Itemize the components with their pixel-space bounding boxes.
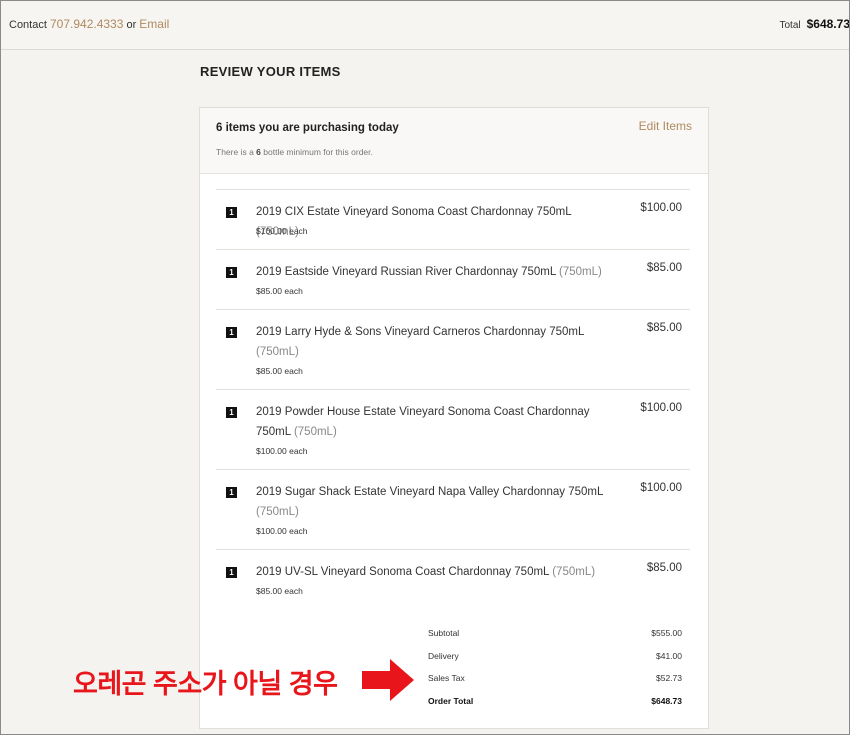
item-unit-price: $85.00 each — [256, 586, 303, 596]
header-total-value: $648.73 — [806, 17, 850, 31]
phone-link[interactable]: 707.942.4333 — [50, 17, 123, 31]
order-review-card: 6 items you are purchasing today Edit It… — [199, 107, 709, 729]
quantity-badge: 1 — [226, 407, 237, 418]
email-link[interactable]: Email — [139, 17, 169, 31]
card-header: 6 items you are purchasing today Edit It… — [200, 108, 708, 174]
item-price: $100.00 — [640, 202, 682, 214]
subtotal-row: Subtotal $555.00 — [428, 628, 682, 651]
order-total-label: Order Total — [428, 695, 474, 706]
delivery-row: Delivery $41.00 — [428, 651, 682, 674]
order-total-row: Order Total $648.73 — [428, 696, 682, 719]
subtotal-label: Subtotal — [428, 628, 460, 638]
list-item: 1 2019 Eastside Vineyard Russian River C… — [216, 250, 690, 310]
delivery-label: Delivery — [428, 650, 459, 661]
or-label: or — [126, 19, 137, 31]
item-price: $85.00 — [646, 322, 682, 334]
header-total-label: Total — [779, 20, 801, 31]
subtotal-value: $555.00 — [651, 628, 682, 638]
item-name: 2019 Eastside Vineyard Russian River Cha… — [256, 266, 602, 278]
list-item: 1 2019 CIX Estate Vineyard Sonoma Coast … — [216, 190, 690, 250]
annotation-text: 오레곤 주소가 아닐 경우 — [73, 669, 338, 699]
quantity-badge: 1 — [226, 567, 237, 578]
top-bar: Contact 707.942.4333 or Email Total $648.… — [0, 0, 850, 50]
minimum-notice: There is a 6 bottle minimum for this ord… — [216, 147, 373, 157]
order-total-value: $648.73 — [651, 695, 682, 706]
sales-tax-row: Sales Tax $52.73 — [428, 673, 682, 696]
item-unit-price: $85.00 each — [256, 366, 303, 376]
items-count-title: 6 items you are purchasing today — [216, 122, 399, 134]
item-name: 2019 CIX Estate Vineyard Sonoma Coast Ch… — [256, 206, 572, 238]
minimum-count: 6 — [256, 147, 261, 157]
sales-tax-value: $52.73 — [656, 673, 682, 683]
item-price: $100.00 — [640, 482, 682, 494]
list-item: 1 2019 Larry Hyde & Sons Vineyard Carner… — [216, 310, 690, 390]
list-item: 1 2019 Sugar Shack Estate Vineyard Napa … — [216, 470, 690, 550]
item-list: 1 2019 CIX Estate Vineyard Sonoma Coast … — [216, 189, 690, 610]
list-item: 1 2019 Powder House Estate Vineyard Sono… — [216, 390, 690, 470]
item-price: $85.00 — [646, 262, 682, 274]
item-name: 2019 Larry Hyde & Sons Vineyard Carneros… — [256, 326, 584, 358]
quantity-badge: 1 — [226, 207, 237, 218]
red-arrow-icon — [362, 659, 414, 701]
delivery-value: $41.00 — [656, 650, 682, 661]
quantity-badge: 1 — [226, 267, 237, 278]
contact-label: Contact — [9, 19, 47, 31]
item-price: $85.00 — [646, 562, 682, 574]
order-totals: Subtotal $555.00 Delivery $41.00 Sales T… — [428, 628, 682, 718]
contact-info: Contact 707.942.4333 or Email — [9, 17, 169, 31]
item-unit-price: $100.00 each — [256, 526, 308, 536]
page-title: REVIEW YOUR ITEMS — [200, 64, 341, 79]
item-name: 2019 Sugar Shack Estate Vineyard Napa Va… — [256, 486, 603, 518]
header-total: Total $648.73 — [779, 17, 850, 31]
item-name: 2019 UV-SL Vineyard Sonoma Coast Chardon… — [256, 566, 596, 578]
item-unit-price: $100.00 each — [256, 226, 308, 236]
item-name: 2019 Powder House Estate Vineyard Sonoma… — [256, 406, 590, 438]
list-item: 1 2019 UV-SL Vineyard Sonoma Coast Chard… — [216, 550, 690, 610]
item-price: $100.00 — [640, 402, 682, 414]
minimum-prefix: There is a — [216, 147, 254, 157]
sales-tax-label: Sales Tax — [428, 673, 465, 683]
edit-items-link[interactable]: Edit Items — [639, 119, 692, 133]
item-unit-price: $100.00 each — [256, 446, 308, 456]
item-unit-price: $85.00 each — [256, 286, 303, 296]
quantity-badge: 1 — [226, 487, 237, 498]
minimum-suffix: bottle minimum for this order. — [263, 147, 373, 157]
quantity-badge: 1 — [226, 327, 237, 338]
